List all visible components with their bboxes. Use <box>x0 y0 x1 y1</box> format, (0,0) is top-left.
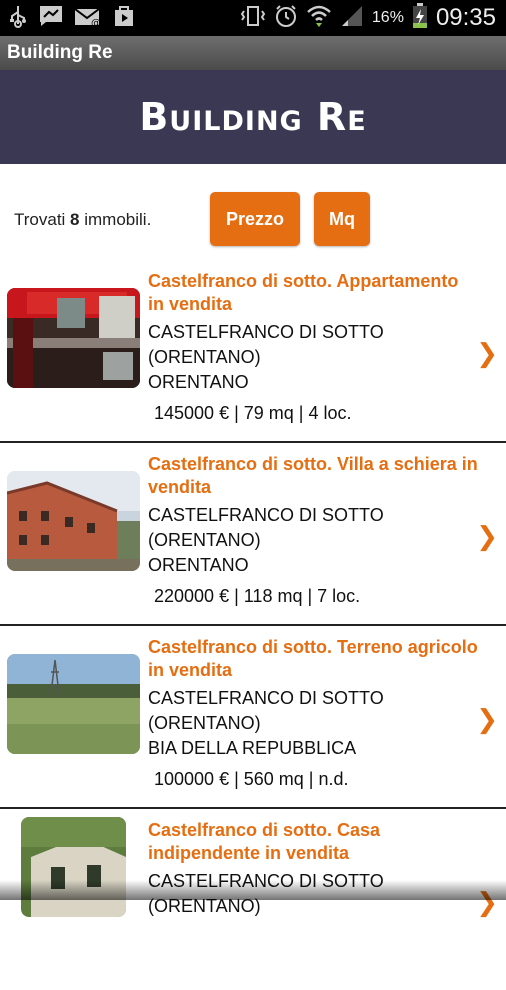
listing-title[interactable]: Castelfranco di sotto. Appartamento in v… <box>148 270 478 316</box>
listing-photo <box>7 288 140 388</box>
listing-city: CASTELFRANCO DI SOTTO (ORENTANO) <box>148 688 384 733</box>
listing-details: 100000 € | 560 mq | n.d. <box>154 769 349 789</box>
listing-locality: ORENTANO <box>148 372 249 392</box>
results-number: 8 <box>70 210 80 229</box>
app-title-bar: Building Re <box>0 36 506 70</box>
listing-details: 145000 € | 79 mq | 4 loc. <box>154 403 352 423</box>
messenger-icon <box>38 4 64 33</box>
listing-photo <box>7 471 140 571</box>
listing-locality: ORENTANO <box>148 555 249 575</box>
header-banner: Building Re <box>0 70 506 164</box>
results-count: Trovati 8 immobili. <box>14 210 151 230</box>
listing-location: CASTELFRANCO DI SOTTO (ORENTANO) ORENTAN… <box>148 503 468 578</box>
mail-icon: @ <box>74 4 102 33</box>
logo: Building Re <box>139 95 367 139</box>
vibrate-icon <box>240 5 266 32</box>
app-title: Building Re <box>7 42 113 63</box>
sort-price-button[interactable]: Prezzo <box>210 192 300 246</box>
listing-location: CASTELFRANCO DI SOTTO (ORENTANO) BIA DEL… <box>148 686 468 761</box>
play-store-icon <box>112 4 136 33</box>
wifi-icon <box>306 4 332 33</box>
battery-percent: 16% <box>371 9 404 26</box>
chevron-right-icon[interactable]: ❯ <box>476 704 498 735</box>
system-icons: 16% 09:35 <box>240 0 496 36</box>
sort-area-button[interactable]: Mq <box>314 192 370 246</box>
listing-location: CASTELFRANCO DI SOTTO (ORENTANO) ORENTAN… <box>148 320 468 395</box>
list-item[interactable]: Castelfranco di sotto. Terreno agricolo … <box>0 626 506 809</box>
signal-icon <box>340 4 364 33</box>
chevron-right-icon[interactable]: ❯ <box>476 521 498 552</box>
notification-icons: @ <box>8 4 136 32</box>
listing-locality: BIA DELLA REPUBBLICA <box>148 738 357 758</box>
chevron-right-icon[interactable]: ❯ <box>476 338 498 369</box>
usb-icon <box>8 4 28 33</box>
listing-title[interactable]: Castelfranco di sotto. Villa a schiera i… <box>148 453 478 499</box>
listing-city: CASTELFRANCO DI SOTTO (ORENTANO) <box>148 505 384 550</box>
results-prefix: Trovati <box>14 210 71 229</box>
list-item[interactable]: Castelfranco di sotto. Villa a schiera i… <box>0 443 506 626</box>
battery-charging-icon <box>412 2 428 34</box>
clock: 09:35 <box>435 4 496 31</box>
listing-title[interactable]: Castelfranco di sotto. Terreno agricolo … <box>148 636 478 682</box>
status-bar: @ 16% 09:35 <box>0 0 506 36</box>
filter-bar: Trovati 8 immobili. Prezzo Mq <box>0 164 506 260</box>
svg-text:@: @ <box>91 18 101 28</box>
listing-details: 220000 € | 118 mq | 7 loc. <box>154 586 361 606</box>
listing-city: CASTELFRANCO DI SOTTO (ORENTANO) <box>148 322 384 367</box>
alarm-icon <box>274 4 298 33</box>
listing-photo <box>21 817 126 917</box>
results-suffix: immobili. <box>79 210 152 229</box>
listing-title[interactable]: Castelfranco di sotto. Casa indipendente… <box>148 819 478 865</box>
list-item[interactable]: Castelfranco di sotto. Appartamento in v… <box>0 260 506 443</box>
bottom-shadow <box>0 880 506 900</box>
listing-photo <box>7 654 140 754</box>
